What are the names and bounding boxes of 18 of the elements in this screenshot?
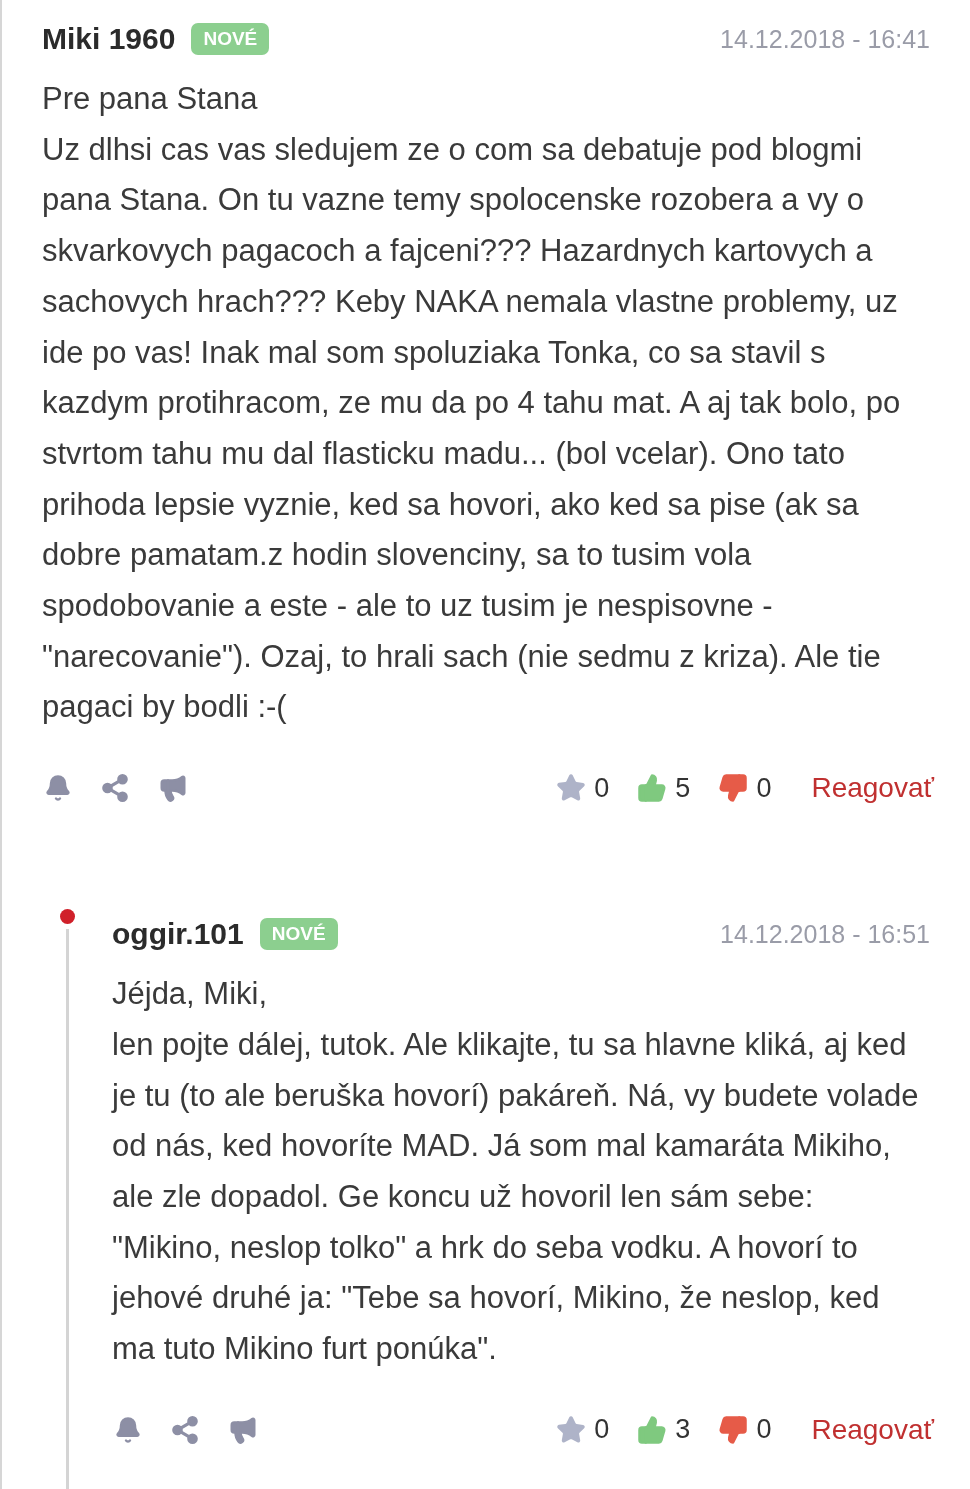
like-count: 5 bbox=[675, 772, 691, 804]
dislike-count: 0 bbox=[756, 772, 772, 804]
star-count: 0 bbox=[594, 1414, 610, 1446]
author-name[interactable]: oggir.101 bbox=[112, 917, 244, 952]
like-count: 3 bbox=[675, 1414, 691, 1446]
comment-text: Uz dlhsi cas vas sledujem ze o com sa debatuje pod blogmi pana Stana. On tu vazne temy spolocenske rozobera a vy o skvarkovych pagacoch a fajceni??? Hazardnych kartovych a sachovych hrach??? Keby NAKA nemala vlastne problemy, uz ide po vas! Inak mal som spoluziaka Tonka, co sa stavil s kazdym protihracom, ze mu da po 4 tahu mat. A aj tak bolo, po stvrtom tahu mu dal flasticku madu... (bol vcelar). Ono tato prihoda lepsie vyznie, ked sa hovori, ako ked sa pise (ak sa dobre pamatam.z hodin slovenciny, sa to tusim vola spodobovanie a este - ale to uz tusim je nespisovne - "narecovanie"). Ozaj, to hrali sach (nie sedmu z kriza). Ale tie pagaci by bodli :-( bbox=[42, 130, 902, 727]
reply-link[interactable]: Reagovať bbox=[811, 772, 934, 805]
dislike-count: 0 bbox=[756, 1414, 772, 1446]
new-badge: NOVÉ bbox=[191, 23, 270, 55]
comment-text: Jéjda, Miki, bbox=[112, 975, 269, 1014]
comment-date: 14.12.2018 - 16:41 bbox=[720, 24, 930, 54]
author-name[interactable]: Miki 1960 bbox=[42, 22, 176, 56]
comment-text: Pre pana Stana bbox=[42, 80, 259, 118]
star-count: 0 bbox=[594, 772, 610, 804]
reply-link[interactable]: Reagovať bbox=[811, 1413, 934, 1446]
new-badge: NOVÉ bbox=[259, 918, 338, 951]
comment-text: len pojte dálej, tutok. Ale klikajte, tu sa hlavne kliká, aj ked je tu (to ale beruška hovorí) pakáreň. Ná, vy budete volade od nás, ked hovoríte MAD. Já som mal kamaráta Mikiho, ale zle dopadol. Ge koncu už hovoril len sám sebe: "Mikino, neslop tolko" a hrk do seba vodku. A hovorí to jehové druhé ja: "Tebe sa hovorí, Mikino, že neslop, ked ma tuto Mikino furt ponúka". bbox=[112, 1025, 920, 1369]
comment-date: 14.12.2018 - 16:51 bbox=[720, 919, 930, 949]
